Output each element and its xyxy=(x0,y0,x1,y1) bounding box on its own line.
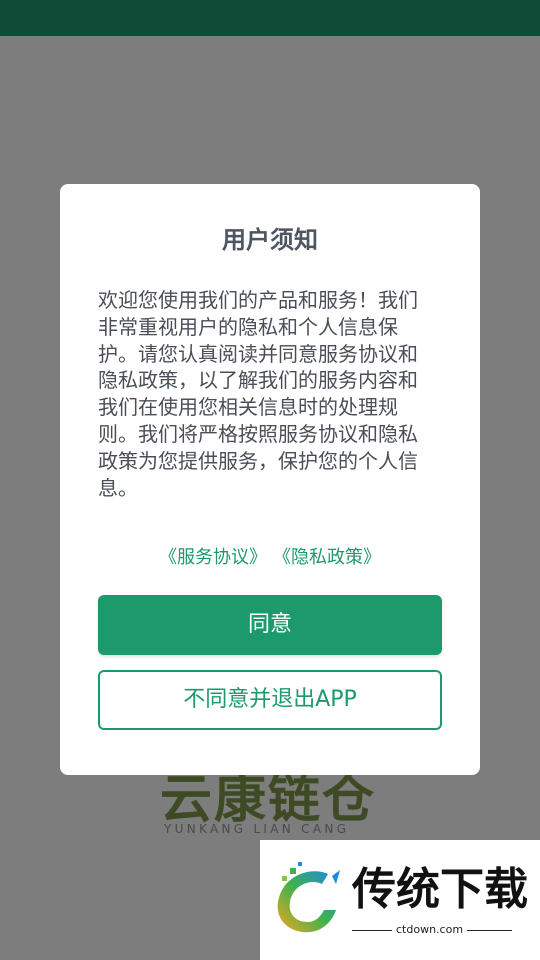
app-logo-subtitle: YUNKANG LIAN CANG xyxy=(164,822,350,836)
watermark-url: ctdown.com xyxy=(392,922,468,938)
agree-button[interactable]: 同意 xyxy=(98,595,442,655)
app-logo-mark: 云康链仓 xyxy=(160,770,377,830)
terms-of-service-link[interactable]: 《服务协议》 xyxy=(159,547,267,568)
privacy-policy-link[interactable]: 《隐私政策》 xyxy=(273,547,381,568)
dialog-body-text: 欢迎您使用我们的产品和服务！我们非常重视用户的隐私和个人信息保护。请您认真阅读并… xyxy=(98,288,418,500)
status-bar xyxy=(0,0,540,36)
watermark: 传统下载 ctdown.com xyxy=(260,840,540,960)
screen: 云康链仓 YUNKANG LIAN CANG 用户须知 欢迎您使用我们的产品和服… xyxy=(0,0,540,960)
dialog-title: 用户须知 xyxy=(222,226,318,254)
watermark-text: 传统下载 xyxy=(352,864,528,915)
disagree-exit-button[interactable]: 不同意并退出APP xyxy=(98,670,442,730)
watermark-logo-icon xyxy=(277,862,340,933)
agreement-links: 《服务协议》 《隐私政策》 xyxy=(0,544,540,572)
